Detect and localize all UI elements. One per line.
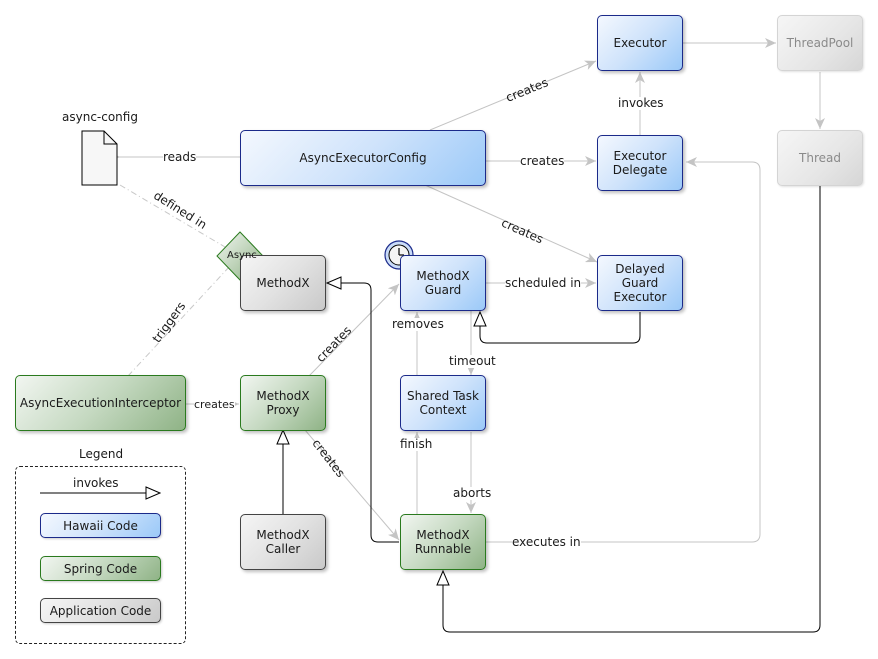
node-executor[interactable]: Executor	[597, 15, 683, 71]
node-method-x-caller[interactable]: MethodX Caller	[240, 514, 326, 570]
edge-label-reads: reads	[163, 150, 197, 164]
async-annotation-label: Async	[227, 250, 257, 261]
node-method-x-guard[interactable]: MethodX Guard	[400, 255, 486, 311]
edge-label-scheduled-in: scheduled in	[505, 276, 582, 290]
edge-label-invokes: invokes	[618, 96, 664, 110]
node-method-x-runnable[interactable]: MethodX Runnable	[400, 514, 486, 570]
document-title: async-config	[62, 110, 138, 124]
edge-delayed-invokes-guard	[480, 312, 641, 344]
legend-invokes-label: invokes	[73, 476, 119, 490]
legend-hawaii-code: Hawaii Code	[40, 513, 161, 538]
edge-label-aborts: aborts	[453, 486, 492, 500]
edge-label-finish: finish	[400, 437, 433, 451]
node-async-executor-config[interactable]: AsyncExecutorConfig	[240, 130, 486, 186]
node-executor-delegate[interactable]: Executor Delegate	[597, 135, 683, 191]
legend-spring-code: Spring Code	[40, 556, 161, 581]
node-method-x-proxy[interactable]: MethodX Proxy	[240, 375, 326, 431]
edge-label-creates-delegate: creates	[520, 154, 565, 168]
legend-title: Legend	[79, 447, 124, 461]
node-delayed-guard-executor[interactable]: Delayed Guard Executor	[597, 255, 683, 311]
node-thread-pool[interactable]: ThreadPool	[777, 15, 863, 71]
edge-triggers	[127, 265, 231, 377]
edge-defined-in	[119, 184, 226, 248]
node-shared-task-context[interactable]: Shared Task Context	[400, 375, 486, 431]
edge-thread-invokes-runnable	[443, 186, 821, 633]
node-thread[interactable]: Thread	[777, 130, 863, 186]
edge-label-creates-proxy: creates	[194, 398, 235, 411]
edge-executes-in	[486, 157, 761, 543]
edge-label-timeout: timeout	[449, 354, 496, 368]
document-icon	[81, 130, 118, 186]
edge-runnable-invokes-methodx	[327, 283, 399, 543]
edge-label-executes-in: executes in	[512, 535, 581, 549]
legend-application-code: Application Code	[40, 598, 161, 623]
edge-label-removes: removes	[392, 317, 444, 331]
node-async-execution-interceptor[interactable]: AsyncExecutionInterceptor	[15, 375, 186, 431]
node-method-x[interactable]: MethodX	[240, 255, 326, 311]
